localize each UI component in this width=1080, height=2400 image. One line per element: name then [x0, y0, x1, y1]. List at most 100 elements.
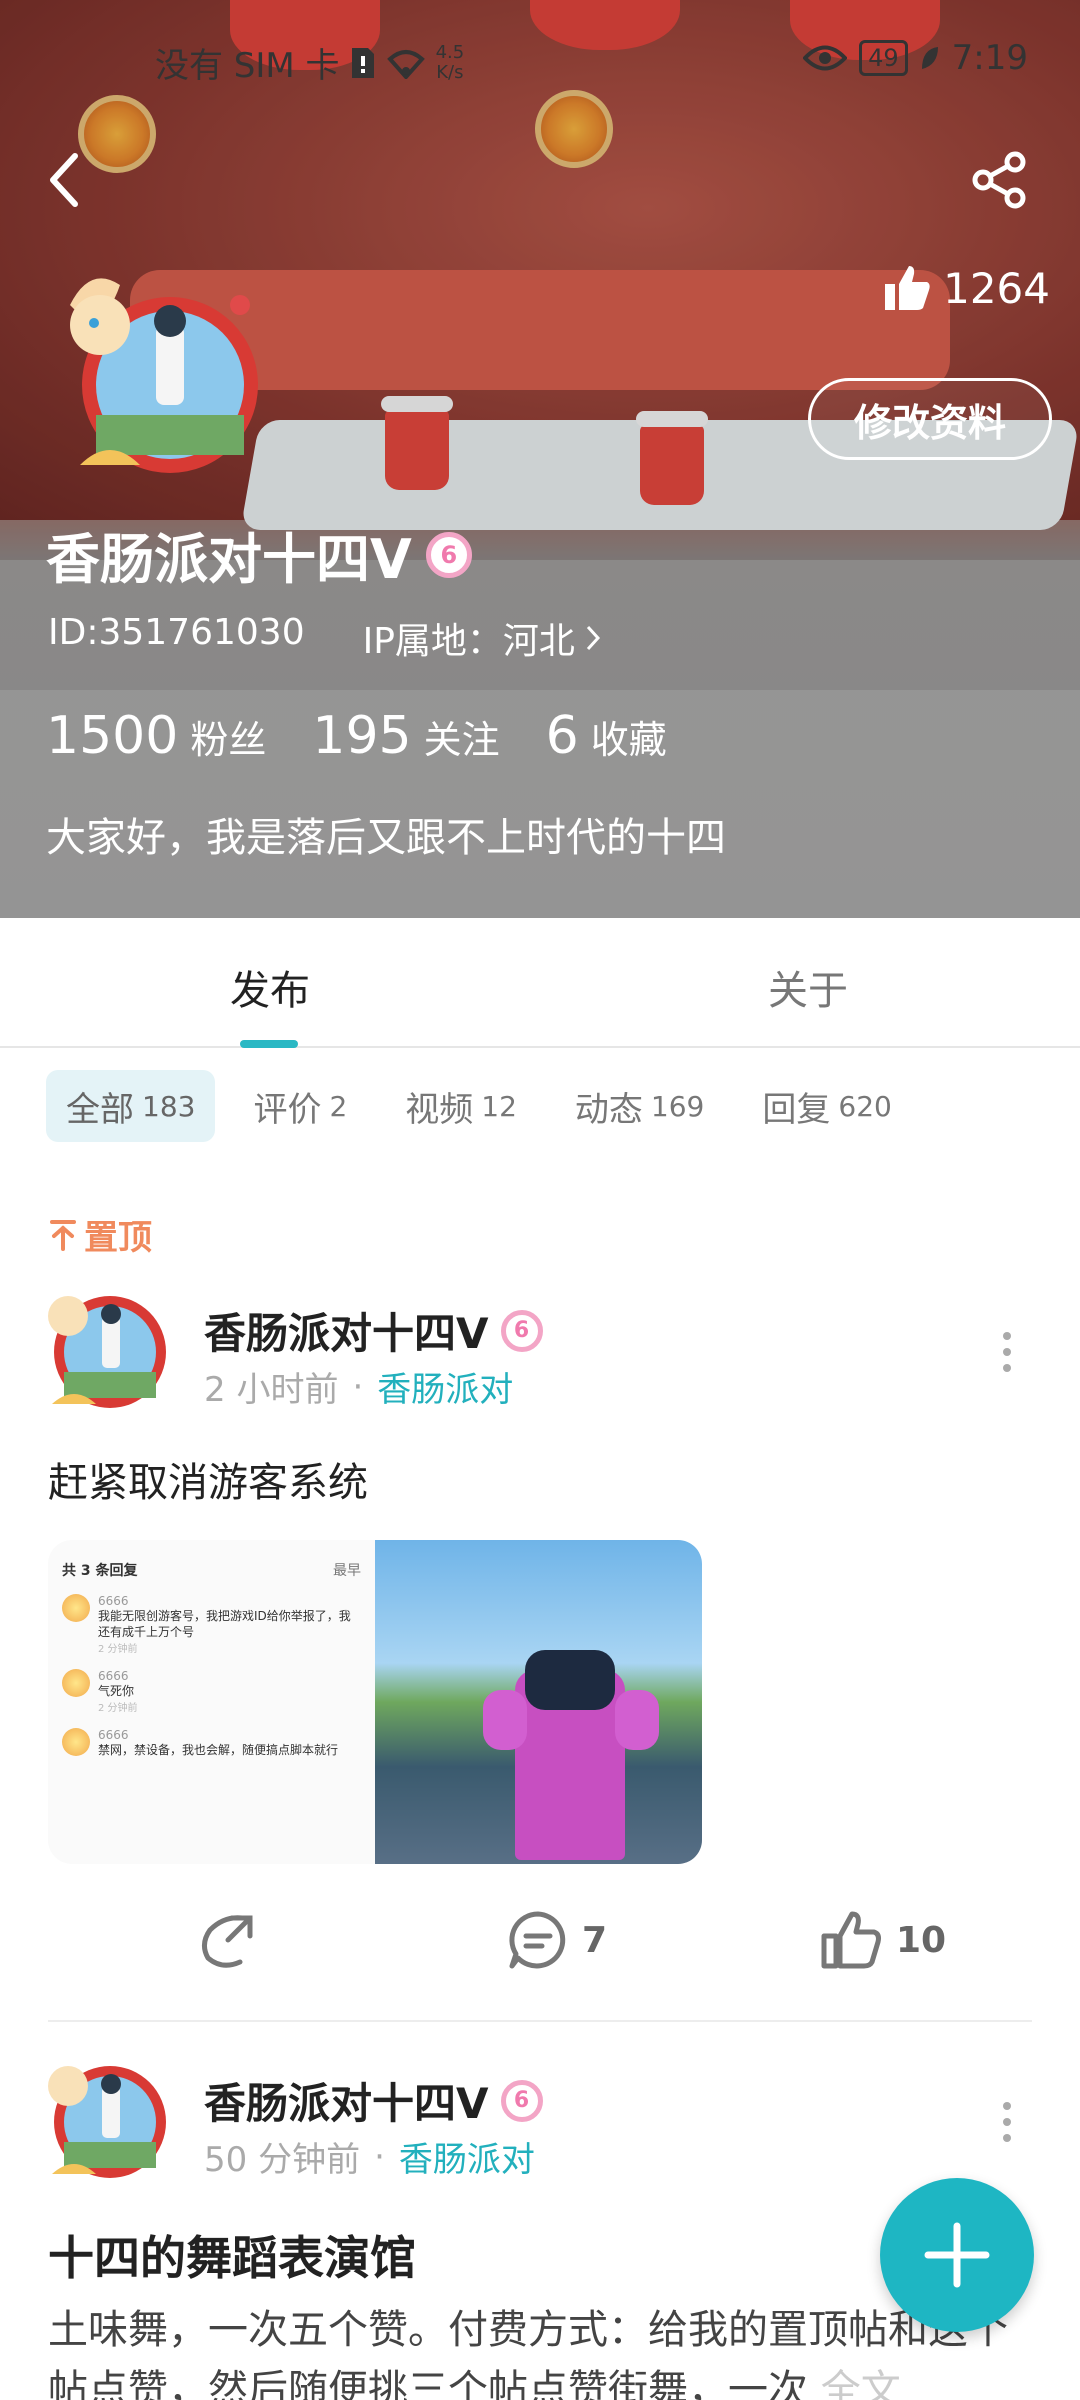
dot-icon: [1003, 1364, 1011, 1372]
post-author-name[interactable]: 香肠派对十四V 6: [204, 2070, 543, 2131]
post-meta: 50 分钟前 · 香肠派对: [204, 2132, 535, 2181]
speed-unit: K/s: [436, 61, 464, 83]
tab-publish[interactable]: 发布: [230, 958, 310, 1016]
edit-profile-button[interactable]: 修改资料: [808, 378, 1052, 460]
following-label: 关注: [423, 718, 500, 762]
user-id: ID:351761030: [48, 612, 305, 653]
dot-icon: [1003, 1348, 1011, 1356]
filter-count: 12: [481, 1089, 517, 1123]
comment-count: 7: [582, 1919, 608, 1961]
favorites-label: 收藏: [590, 718, 667, 762]
comment-text: 禁网，禁设备，我也会解，随便搞点脚本就行: [98, 1743, 339, 1757]
battery-indicator: 49: [859, 40, 908, 76]
filter-replies[interactable]: 回复 620: [742, 1070, 911, 1142]
dot-icon: [1003, 2118, 1011, 2126]
filter-count: 169: [650, 1089, 705, 1123]
total-likes: 1264: [881, 262, 1050, 314]
like-button[interactable]: 10: [820, 1910, 946, 1970]
comment-name: 6666: [98, 1594, 129, 1608]
fans-label: 粉丝: [190, 718, 267, 762]
avatar-image: [48, 2066, 166, 2178]
author-name-text: 香肠派对十四V: [204, 2079, 489, 2128]
comment-text: 我能无限创游客号，我把游戏ID给你举报了，我还有成千上万个号: [98, 1609, 351, 1639]
post-divider: [48, 2020, 1032, 2022]
profile-avatar[interactable]: [50, 265, 260, 475]
level-badge-icon: 6: [500, 1309, 543, 1352]
post-channel[interactable]: 香肠派对: [377, 1362, 513, 1411]
share-post-button[interactable]: [198, 1910, 258, 1970]
plus-icon: [924, 2222, 990, 2288]
fans-stat[interactable]: 1500 粉丝: [46, 706, 266, 766]
filter-reviews[interactable]: 评价 2: [233, 1070, 367, 1142]
filter-count: 183: [142, 1089, 196, 1123]
sim-icon: [351, 47, 374, 78]
content-tabs: 发布 关于: [0, 918, 1080, 1048]
ip-location-text: IP属地：河北: [362, 621, 575, 662]
fans-count: 1500: [46, 706, 179, 766]
filter-videos[interactable]: 视频 12: [385, 1070, 537, 1142]
like-count: 10: [896, 1919, 947, 1961]
post-images: 共 3 条回复 最早 6666 我能无限创游客号，我把游戏ID给你举报了，我还有成…: [48, 1540, 702, 1864]
profile-id-row: ID:351761030 IP属地：河北: [48, 612, 601, 664]
comment-name: 6666: [98, 1728, 129, 1742]
share-button[interactable]: [964, 145, 1034, 215]
active-tab-indicator: [240, 1040, 298, 1048]
image-header: 共 3 条回复: [62, 1563, 138, 1579]
post-author-avatar[interactable]: [38, 1280, 168, 1410]
post-more-button[interactable]: [992, 1322, 1022, 1382]
profile-bio: 大家好，我是落后又跟不上时代的十四: [46, 815, 726, 861]
clock-time: 7:19: [951, 38, 1028, 78]
post-actions: 7 10: [0, 1910, 1080, 1980]
post-time: 2 小时前: [204, 1370, 339, 1410]
post-image-screenshot[interactable]: 共 3 条回复 最早 6666 我能无限创游客号，我把游戏ID给你举报了，我还有成…: [48, 1540, 375, 1864]
favorites-count: 6: [545, 706, 579, 766]
following-stat[interactable]: 195 关注: [312, 706, 499, 766]
post-body: 土味舞，一次五个赞。付费方式：给我的置顶帖和这个帖点赞，然后随便挑三个帖点赞街舞…: [48, 2300, 1028, 2400]
comment-text: 气死你: [98, 1684, 135, 1698]
wifi-icon: [386, 49, 425, 79]
carrier-text: 没有 SIM 卡: [155, 46, 340, 86]
favorites-stat[interactable]: 6 收藏: [546, 706, 667, 766]
post-author-name[interactable]: 香肠派对十四V 6: [204, 1300, 543, 1361]
back-button[interactable]: [30, 145, 100, 215]
image-comment: 6666 禁网，禁设备，我也会解，随便搞点脚本就行: [62, 1728, 361, 1758]
profile-stats: 1500 粉丝 195 关注 6 收藏: [46, 706, 667, 766]
post-author-avatar[interactable]: [38, 2050, 168, 2180]
tab-about[interactable]: 关于: [768, 958, 848, 1016]
ip-location[interactable]: IP属地：河北: [363, 612, 601, 664]
meta-separator: ·: [352, 1366, 364, 1407]
status-bar: 没有 SIM 卡 4.5 K/s 49 7:19: [0, 30, 1080, 90]
comment-time: 2 分钟前: [98, 1703, 138, 1714]
image-comment: 6666 气死你 2 分钟前: [62, 1669, 361, 1714]
level-badge-icon: 6: [500, 2079, 543, 2122]
pin-icon: [50, 1219, 76, 1251]
post-more-button[interactable]: [992, 2092, 1022, 2152]
filter-posts[interactable]: 动态 169: [555, 1070, 724, 1142]
filter-all[interactable]: 全部 183: [46, 1070, 216, 1142]
post-meta: 2 小时前 · 香肠派对: [204, 1362, 513, 1411]
robot-arm: [483, 1690, 527, 1750]
comment-button[interactable]: 7: [508, 1910, 607, 1970]
eye-icon: [803, 45, 848, 71]
filter-label: 视频: [405, 1089, 474, 1130]
post-channel[interactable]: 香肠派对: [399, 2132, 535, 2181]
thumb-up-outline-icon: [821, 1911, 881, 1969]
filter-count: 620: [838, 1089, 892, 1123]
following-count: 195: [312, 706, 412, 766]
profile-name-text: 香肠派对十四V: [46, 528, 412, 591]
read-more-link[interactable]: 全文: [821, 2367, 901, 2400]
filter-label: 评价: [253, 1089, 322, 1130]
chevron-right-icon: [586, 625, 600, 651]
avatar-image: [48, 1296, 166, 1408]
chevron-left-icon: [50, 153, 78, 207]
image-comment: 6666 我能无限创游客号，我把游戏ID给你举报了，我还有成千上万个号 2 分钟…: [62, 1594, 361, 1655]
author-name-text: 香肠派对十四V: [204, 1309, 489, 1358]
filter-label: 全部: [66, 1089, 134, 1130]
avatar: [62, 1728, 90, 1756]
post-image-game[interactable]: [375, 1540, 702, 1864]
filter-chips: 全部 183 评价 2 视频 12 动态 169 回复 620: [46, 1070, 912, 1142]
speed-value: 4.5: [435, 41, 465, 63]
network-speed: 4.5 K/s: [435, 41, 465, 83]
create-post-button[interactable]: [880, 2178, 1034, 2332]
pinned-label: 置顶: [50, 1210, 152, 1259]
